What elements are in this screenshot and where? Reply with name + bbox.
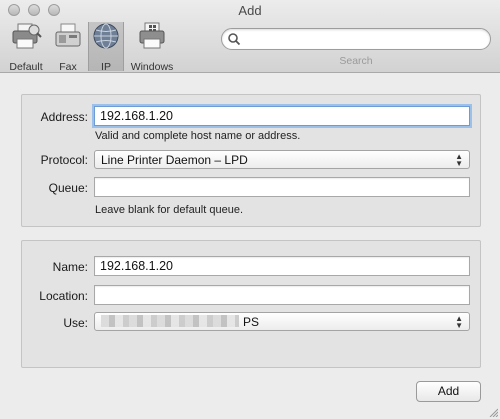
toolbar-ip-button[interactable]: IP <box>88 22 124 73</box>
name-label: Name: <box>52 260 88 274</box>
fax-icon <box>55 23 81 47</box>
default-printer-icon <box>12 23 42 49</box>
add-button[interactable]: Add <box>416 381 481 402</box>
toolbar-windows-button[interactable]: Windows <box>125 22 179 73</box>
window-title: Add <box>238 3 262 18</box>
address-label: Address: <box>40 110 88 124</box>
address-hint: Valid and complete host name or address. <box>95 130 301 142</box>
queue-hint: Leave blank for default queue. <box>95 204 244 216</box>
protocol-popup[interactable]: Line Printer Daemon – LPD ▲ ▼ <box>94 150 470 169</box>
toolbar-ip-label: IP <box>101 61 111 73</box>
address-field[interactable]: 192.168.1.20 <box>94 106 470 126</box>
redacted-driver-name <box>101 315 239 327</box>
name-field[interactable]: 192.168.1.20 <box>94 256 470 276</box>
toolbar-default-label: Default <box>9 61 43 73</box>
toolbar-default-button[interactable]: Default <box>2 22 50 73</box>
use-popup[interactable]: PS ▲ ▼ <box>94 312 470 331</box>
use-value-suffix: PS <box>243 315 260 329</box>
search-input[interactable] <box>221 28 491 50</box>
protocol-value: Line Printer Daemon – LPD <box>101 153 248 167</box>
printer-info-panel: Name: 192.168.1.20 Location: Use: PS ▲ ▼ <box>21 240 481 368</box>
resize-grip-icon[interactable] <box>488 407 498 417</box>
protocol-label: Protocol: <box>40 153 88 167</box>
use-label: Use: <box>63 316 88 330</box>
connection-panel: Address: 192.168.1.20 Valid and complete… <box>21 94 481 227</box>
search-label: Search <box>339 55 373 67</box>
ip-globe-icon <box>93 23 119 49</box>
add-printer-window: Add Default Fax IP Windows Search Addres… <box>0 0 500 419</box>
queue-label: Queue: <box>48 181 88 195</box>
queue-field[interactable] <box>94 177 470 197</box>
location-label: Location: <box>39 289 88 303</box>
toolbar: Add Default Fax IP Windows Search <box>0 0 500 73</box>
chevron-updown-icon: ▲ ▼ <box>455 314 463 330</box>
location-field[interactable] <box>94 285 470 305</box>
windows-printer-icon <box>139 22 165 49</box>
toolbar-fax-button[interactable]: Fax <box>49 22 87 73</box>
search-icon <box>228 33 241 46</box>
chevron-updown-icon: ▲ ▼ <box>455 152 463 168</box>
toolbar-windows-label: Windows <box>130 61 174 73</box>
toolbar-fax-label: Fax <box>59 61 77 73</box>
